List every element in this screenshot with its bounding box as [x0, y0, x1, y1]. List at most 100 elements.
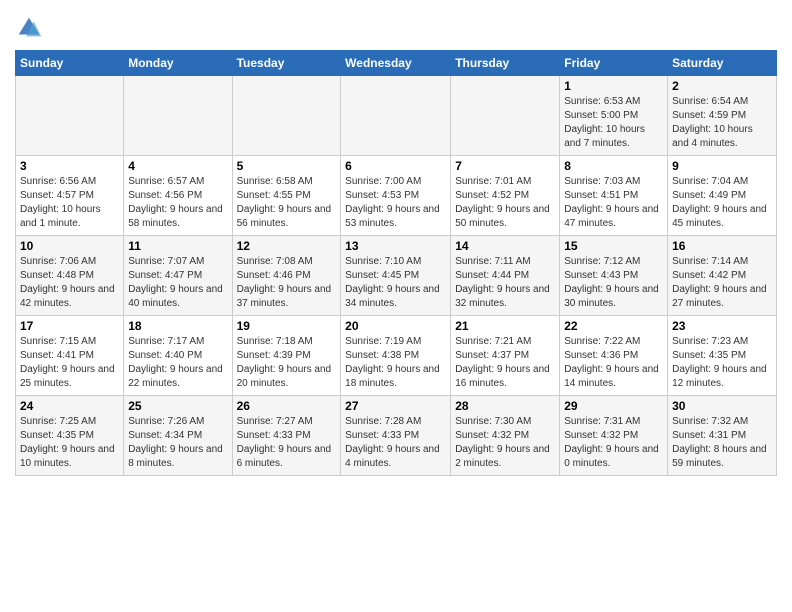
day-cell	[124, 76, 232, 156]
col-header-thursday: Thursday	[451, 51, 560, 76]
day-info: Sunrise: 7:26 AMSunset: 4:34 PMDaylight:…	[128, 415, 227, 471]
day-cell: 26 Sunrise: 7:27 AMSunset: 4:33 PMDayligh…	[232, 396, 341, 476]
day-info: Sunrise: 7:14 AMSunset: 4:42 PMDaylight:…	[672, 255, 772, 311]
day-info: Sunrise: 7:23 AMSunset: 4:35 PMDaylight:…	[672, 335, 772, 391]
day-cell: 2Sunrise: 6:54 AMSunset: 4:59 PMDaylight…	[668, 76, 777, 156]
day-number: 6	[345, 159, 446, 173]
day-number: 28	[455, 399, 555, 413]
day-number: 12	[237, 239, 337, 253]
day-number: 26	[237, 399, 337, 413]
day-number: 27	[345, 399, 446, 413]
col-header-saturday: Saturday	[668, 51, 777, 76]
day-info: Sunrise: 6:53 AMSunset: 5:00 PMDaylight:…	[564, 95, 663, 151]
col-header-sunday: Sunday	[16, 51, 124, 76]
day-info: Sunrise: 7:03 AMSunset: 4:51 PMDaylight:…	[564, 175, 663, 231]
day-info: Sunrise: 7:00 AMSunset: 4:53 PMDaylight:…	[345, 175, 446, 231]
day-number: 20	[345, 319, 446, 333]
day-cell: 22 Sunrise: 7:22 AMSunset: 4:36 PMDayligh…	[560, 316, 668, 396]
day-info: Sunrise: 7:18 AMSunset: 4:39 PMDaylight:…	[237, 335, 337, 391]
day-info: Sunrise: 7:19 AMSunset: 4:38 PMDaylight:…	[345, 335, 446, 391]
day-number: 5	[237, 159, 337, 173]
day-number: 14	[455, 239, 555, 253]
day-info: Sunrise: 7:11 AMSunset: 4:44 PMDaylight:…	[455, 255, 555, 311]
day-number: 4	[128, 159, 227, 173]
day-info: Sunrise: 7:12 AMSunset: 4:43 PMDaylight:…	[564, 255, 663, 311]
logo	[15, 14, 45, 42]
day-cell: 16 Sunrise: 7:14 AMSunset: 4:42 PMDayligh…	[668, 236, 777, 316]
day-cell: 28Sunrise: 7:30 AMSunset: 4:32 PMDayligh…	[451, 396, 560, 476]
day-number: 18	[128, 319, 227, 333]
col-header-tuesday: Tuesday	[232, 51, 341, 76]
day-info: Sunrise: 7:10 AMSunset: 4:45 PMDaylight:…	[345, 255, 446, 311]
day-info: Sunrise: 6:54 AMSunset: 4:59 PMDaylight:…	[672, 95, 772, 151]
day-cell: 21Sunrise: 7:21 AMSunset: 4:37 PMDayligh…	[451, 316, 560, 396]
day-info: Sunrise: 6:57 AMSunset: 4:56 PMDaylight:…	[128, 175, 227, 231]
day-cell: 29 Sunrise: 7:31 AMSunset: 4:32 PMDayligh…	[560, 396, 668, 476]
day-info: Sunrise: 7:07 AMSunset: 4:47 PMDaylight:…	[128, 255, 227, 311]
day-cell: 10 Sunrise: 7:06 AMSunset: 4:48 PMDayligh…	[16, 236, 124, 316]
header-row: SundayMondayTuesdayWednesdayThursdayFrid…	[16, 51, 777, 76]
day-info: Sunrise: 7:27 AMSunset: 4:33 PMDaylight:…	[237, 415, 337, 471]
day-number: 10	[20, 239, 119, 253]
day-cell: 7Sunrise: 7:01 AMSunset: 4:52 PMDaylight…	[451, 156, 560, 236]
day-number: 30	[672, 399, 772, 413]
day-cell: 3 Sunrise: 6:56 AMSunset: 4:57 PMDaylight…	[16, 156, 124, 236]
week-row-5: 24 Sunrise: 7:25 AMSunset: 4:35 PMDayligh…	[16, 396, 777, 476]
day-cell: 17Sunrise: 7:15 AMSunset: 4:41 PMDayligh…	[16, 316, 124, 396]
day-info: Sunrise: 7:17 AMSunset: 4:40 PMDaylight:…	[128, 335, 227, 391]
day-number: 15	[564, 239, 663, 253]
day-number: 9	[672, 159, 772, 173]
day-number: 16	[672, 239, 772, 253]
main-container: SundayMondayTuesdayWednesdayThursdayFrid…	[0, 0, 792, 486]
day-cell: 18 Sunrise: 7:17 AMSunset: 4:40 PMDayligh…	[124, 316, 232, 396]
day-cell: 14 Sunrise: 7:11 AMSunset: 4:44 PMDayligh…	[451, 236, 560, 316]
col-header-friday: Friday	[560, 51, 668, 76]
col-header-monday: Monday	[124, 51, 232, 76]
day-info: Sunrise: 7:31 AMSunset: 4:32 PMDaylight:…	[564, 415, 663, 471]
day-cell: 25Sunrise: 7:26 AMSunset: 4:34 PMDayligh…	[124, 396, 232, 476]
day-info: Sunrise: 7:08 AMSunset: 4:46 PMDaylight:…	[237, 255, 337, 311]
calendar-table: SundayMondayTuesdayWednesdayThursdayFrid…	[15, 50, 777, 476]
day-number: 24	[20, 399, 119, 413]
day-cell: 5 Sunrise: 6:58 AMSunset: 4:55 PMDaylight…	[232, 156, 341, 236]
day-cell: 23 Sunrise: 7:23 AMSunset: 4:35 PMDayligh…	[668, 316, 777, 396]
day-number: 19	[237, 319, 337, 333]
day-cell: 30 Sunrise: 7:32 AMSunset: 4:31 PMDayligh…	[668, 396, 777, 476]
day-cell: 1 Sunrise: 6:53 AMSunset: 5:00 PMDaylight…	[560, 76, 668, 156]
day-cell	[232, 76, 341, 156]
day-number: 11	[128, 239, 227, 253]
day-cell	[451, 76, 560, 156]
day-cell: 8Sunrise: 7:03 AMSunset: 4:51 PMDaylight…	[560, 156, 668, 236]
logo-icon	[15, 14, 43, 42]
calendar-header: SundayMondayTuesdayWednesdayThursdayFrid…	[16, 51, 777, 76]
day-info: Sunrise: 6:56 AMSunset: 4:57 PMDaylight:…	[20, 175, 119, 231]
day-cell: 20 Sunrise: 7:19 AMSunset: 4:38 PMDayligh…	[341, 316, 451, 396]
day-cell: 24 Sunrise: 7:25 AMSunset: 4:35 PMDayligh…	[16, 396, 124, 476]
day-number: 7	[455, 159, 555, 173]
day-cell: 13 Sunrise: 7:10 AMSunset: 4:45 PMDayligh…	[341, 236, 451, 316]
day-number: 13	[345, 239, 446, 253]
day-info: Sunrise: 7:06 AMSunset: 4:48 PMDaylight:…	[20, 255, 119, 311]
day-info: Sunrise: 7:15 AMSunset: 4:41 PMDaylight:…	[20, 335, 119, 391]
day-info: Sunrise: 7:04 AMSunset: 4:49 PMDaylight:…	[672, 175, 772, 231]
day-info: Sunrise: 7:25 AMSunset: 4:35 PMDaylight:…	[20, 415, 119, 471]
day-cell: 4 Sunrise: 6:57 AMSunset: 4:56 PMDaylight…	[124, 156, 232, 236]
col-header-wednesday: Wednesday	[341, 51, 451, 76]
day-number: 3	[20, 159, 119, 173]
day-info: Sunrise: 7:28 AMSunset: 4:33 PMDaylight:…	[345, 415, 446, 471]
day-number: 1	[564, 79, 663, 93]
week-row-3: 10 Sunrise: 7:06 AMSunset: 4:48 PMDayligh…	[16, 236, 777, 316]
week-row-4: 17Sunrise: 7:15 AMSunset: 4:41 PMDayligh…	[16, 316, 777, 396]
day-info: Sunrise: 7:32 AMSunset: 4:31 PMDaylight:…	[672, 415, 772, 471]
day-number: 23	[672, 319, 772, 333]
day-cell: 12 Sunrise: 7:08 AMSunset: 4:46 PMDayligh…	[232, 236, 341, 316]
week-row-1: 1 Sunrise: 6:53 AMSunset: 5:00 PMDaylight…	[16, 76, 777, 156]
day-number: 29	[564, 399, 663, 413]
day-cell: 9 Sunrise: 7:04 AMSunset: 4:49 PMDaylight…	[668, 156, 777, 236]
day-number: 22	[564, 319, 663, 333]
day-cell: 19 Sunrise: 7:18 AMSunset: 4:39 PMDayligh…	[232, 316, 341, 396]
day-info: Sunrise: 6:58 AMSunset: 4:55 PMDaylight:…	[237, 175, 337, 231]
week-row-2: 3 Sunrise: 6:56 AMSunset: 4:57 PMDaylight…	[16, 156, 777, 236]
day-cell	[16, 76, 124, 156]
day-info: Sunrise: 7:22 AMSunset: 4:36 PMDaylight:…	[564, 335, 663, 391]
